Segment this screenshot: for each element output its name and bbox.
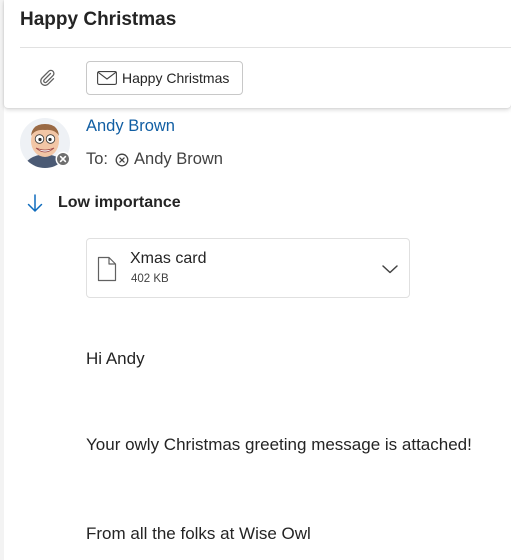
- attachment-name: Xmas card: [130, 250, 207, 267]
- message-chip-button[interactable]: Happy Christmas: [86, 61, 243, 95]
- attachment-size: 402 KB: [131, 273, 169, 285]
- remove-circle-icon[interactable]: [115, 153, 129, 167]
- to-label: To:: [86, 150, 109, 168]
- offline-presence-icon: [55, 151, 71, 167]
- message-subject: Happy Christmas: [20, 9, 177, 30]
- body-paragraph: Your owly Christmas greeting message is …: [86, 435, 472, 454]
- chevron-down-icon[interactable]: [381, 263, 399, 275]
- recipient-name[interactable]: Andy Brown: [134, 150, 223, 169]
- body-signoff: From all the folks at Wise Owl: [86, 524, 311, 543]
- body-greeting: Hi Andy: [86, 349, 145, 368]
- arrow-down-icon: [27, 194, 43, 212]
- message-chip-label: Happy Christmas: [122, 70, 230, 86]
- importance-banner: Low importance: [25, 193, 181, 213]
- header-divider: [20, 47, 511, 48]
- document-icon: [97, 256, 117, 282]
- attachment-card[interactable]: Xmas card 402 KB: [86, 238, 410, 298]
- recipients-line: To: Andy Brown: [86, 150, 223, 169]
- importance-label: Low importance: [58, 194, 181, 211]
- paperclip-icon[interactable]: [38, 68, 56, 86]
- message-header: Happy Christmas Happy Christmas: [4, 0, 511, 108]
- envelope-icon: [97, 71, 117, 85]
- sender-name[interactable]: Andy Brown: [86, 117, 175, 136]
